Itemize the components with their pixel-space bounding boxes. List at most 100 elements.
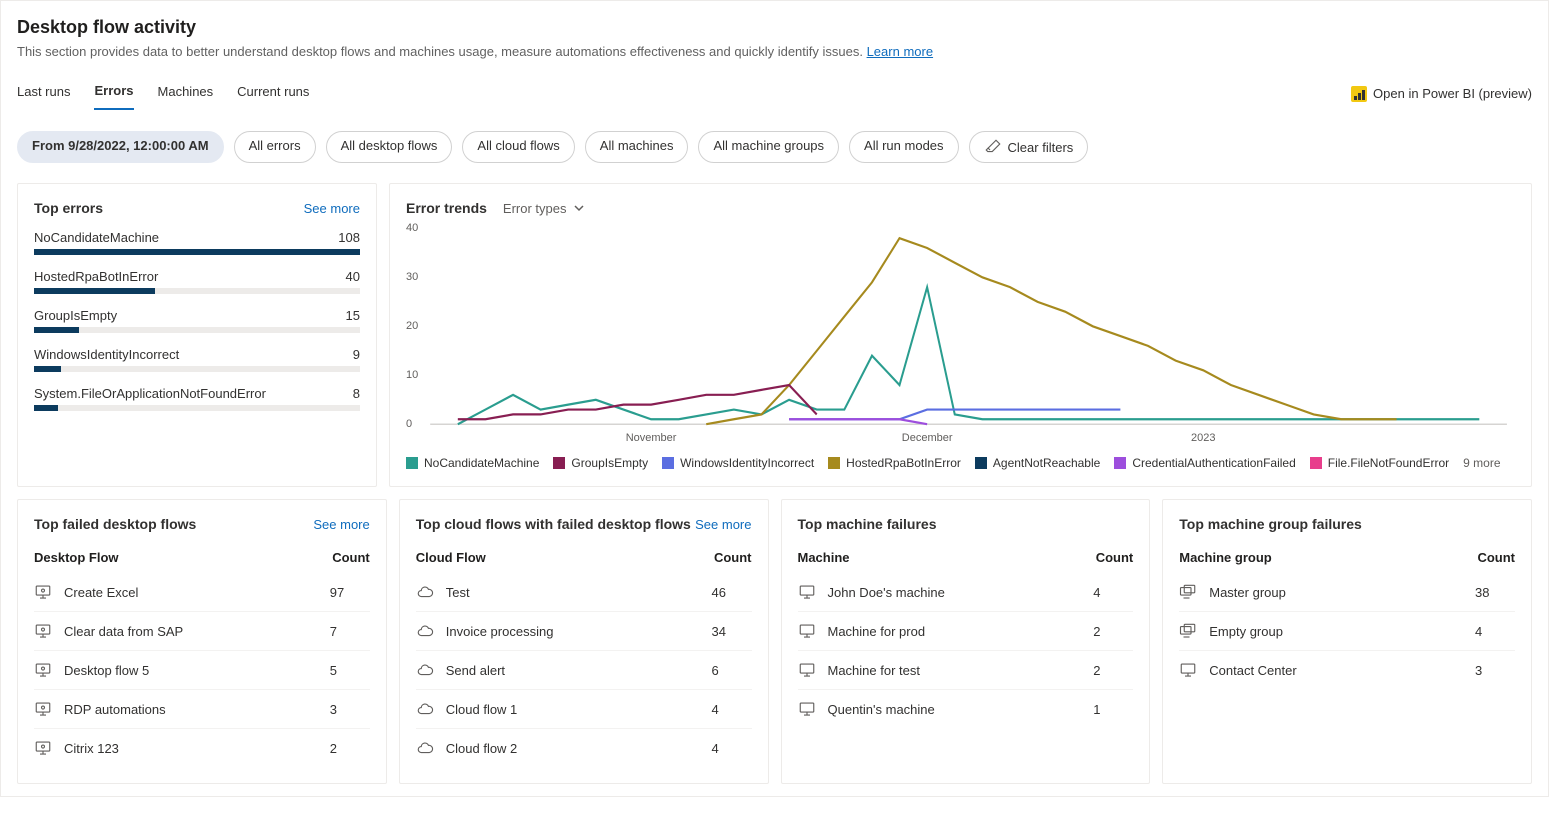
row-count: 3 xyxy=(330,702,370,717)
error-label: WindowsIdentityIncorrect xyxy=(34,347,179,362)
table-header: MachineCount xyxy=(798,542,1134,573)
chart-legend: NoCandidateMachine GroupIsEmpty WindowsIde… xyxy=(406,456,1515,470)
row-label: Send alert xyxy=(446,663,700,678)
power-bi-icon xyxy=(1351,86,1367,102)
row-count: 4 xyxy=(712,702,752,717)
tab-machines[interactable]: Machines xyxy=(158,78,214,109)
table-row[interactable]: RDP automations 3 xyxy=(34,690,370,729)
eraser-icon xyxy=(984,138,1002,156)
table-row[interactable]: Cloud flow 1 4 xyxy=(416,690,752,729)
see-more-link[interactable]: See more xyxy=(313,517,369,532)
error-count: 15 xyxy=(346,308,360,323)
table-title: Top cloud flows with failed desktop flow… xyxy=(416,516,691,532)
y-tick: 0 xyxy=(406,418,412,430)
chevron-down-icon xyxy=(573,202,585,214)
row-label: Test xyxy=(446,585,700,600)
x-tick: 2023 xyxy=(1191,432,1215,444)
error-count: 8 xyxy=(353,386,360,401)
legend-item[interactable]: CredentialAuthenticationFailed xyxy=(1114,456,1295,470)
row-count: 4 xyxy=(1093,585,1133,600)
error-count: 108 xyxy=(338,230,360,245)
row-count: 2 xyxy=(1093,624,1133,639)
table-row[interactable]: Contact Center 3 xyxy=(1179,651,1515,689)
top-errors-see-more[interactable]: See more xyxy=(304,201,360,216)
legend-item[interactable]: GroupIsEmpty xyxy=(553,456,648,470)
legend-item[interactable]: File.FileNotFoundError xyxy=(1310,456,1449,470)
clear-filters-button[interactable]: Clear filters xyxy=(969,131,1089,163)
table-card: Top machine failures MachineCount John D… xyxy=(781,499,1151,784)
table-header: Desktop FlowCount xyxy=(34,542,370,573)
row-count: 7 xyxy=(330,624,370,639)
top-error-item[interactable]: NoCandidateMachine 108 xyxy=(34,230,360,255)
table-row[interactable]: Machine for test 2 xyxy=(798,651,1134,690)
learn-more-link[interactable]: Learn more xyxy=(867,44,933,59)
top-errors-title: Top errors xyxy=(34,200,103,216)
row-label: Citrix 123 xyxy=(64,741,318,756)
filter-pill[interactable]: All cloud flows xyxy=(462,131,574,163)
error-count: 40 xyxy=(346,269,360,284)
legend-swatch xyxy=(662,457,674,469)
top-error-item[interactable]: HostedRpaBotInError 40 xyxy=(34,269,360,294)
error-trends-chart: 010203040NovemberDecember2023 xyxy=(406,224,1515,444)
row-label: Machine for test xyxy=(828,663,1082,678)
error-trends-card: Error trends Error types 010203040Novemb… xyxy=(389,183,1532,487)
dropdown-label: Error types xyxy=(503,201,567,216)
legend-more[interactable]: 9 more xyxy=(1463,456,1500,470)
error-label: HostedRpaBotInError xyxy=(34,269,158,284)
cloud-flow-icon xyxy=(416,583,434,601)
top-error-item[interactable]: WindowsIdentityIncorrect9 xyxy=(34,347,360,372)
legend-item[interactable]: WindowsIdentityIncorrect xyxy=(662,456,814,470)
filter-pill[interactable]: All machine groups xyxy=(698,131,839,163)
table-row[interactable]: Quentin's machine 1 xyxy=(798,690,1134,728)
tab-current-runs[interactable]: Current runs xyxy=(237,78,309,109)
filter-pill[interactable]: All machines xyxy=(585,131,689,163)
top-error-item[interactable]: GroupIsEmpty 15 xyxy=(34,308,360,333)
row-label: Cloud flow 1 xyxy=(446,702,700,717)
filter-pill[interactable]: All desktop flows xyxy=(326,131,453,163)
table-row[interactable]: Clear data from SAP 7 xyxy=(34,612,370,651)
machine-group-icon xyxy=(1179,622,1197,640)
row-label: Master group xyxy=(1209,585,1463,600)
error-label: NoCandidateMachine xyxy=(34,230,159,245)
tab-last-runs[interactable]: Last runs xyxy=(17,78,70,109)
table-row[interactable]: Desktop flow 5 5 xyxy=(34,651,370,690)
table-header: Machine groupCount xyxy=(1179,542,1515,573)
top-errors-card: Top errors See more NoCandidateMachine 10… xyxy=(17,183,377,487)
filter-pill[interactable]: All run modes xyxy=(849,131,958,163)
top-error-item[interactable]: System.FileOrApplicationNotFoundError 8 xyxy=(34,386,360,411)
cloud-flow-icon xyxy=(416,661,434,679)
error-types-dropdown[interactable]: Error types xyxy=(503,201,585,216)
legend-item[interactable]: HostedRpaBotInError xyxy=(828,456,961,470)
legend-item[interactable]: NoCandidateMachine xyxy=(406,456,539,470)
row-count: 2 xyxy=(330,741,370,756)
legend-label: AgentNotReachable xyxy=(993,456,1100,470)
table-row[interactable]: John Doe's machine 4 xyxy=(798,573,1134,612)
table-row[interactable]: Send alert 6 xyxy=(416,651,752,690)
row-label: Contact Center xyxy=(1209,663,1463,678)
table-row[interactable]: Create Excel 97 xyxy=(34,573,370,612)
see-more-link[interactable]: See more xyxy=(695,517,751,532)
legend-swatch xyxy=(553,457,565,469)
table-row[interactable]: Test 46 xyxy=(416,573,752,612)
legend-label: WindowsIdentityIncorrect xyxy=(680,456,814,470)
open-power-bi-button[interactable]: Open in Power BI (preview) xyxy=(1351,86,1532,102)
row-label: Invoice processing xyxy=(446,624,700,639)
legend-item[interactable]: AgentNotReachable xyxy=(975,456,1100,470)
table-row[interactable]: Empty group 4 xyxy=(1179,612,1515,651)
filters-row: From 9/28/2022, 12:00:00 AM All errors Al… xyxy=(17,131,1532,163)
table-row[interactable]: Citrix 123 2 xyxy=(34,729,370,767)
row-count: 1 xyxy=(1093,702,1133,717)
filter-pill[interactable]: All errors xyxy=(234,131,316,163)
table-row[interactable]: Master group 38 xyxy=(1179,573,1515,612)
tab-errors[interactable]: Errors xyxy=(94,77,133,110)
error-label: System.FileOrApplicationNotFoundError xyxy=(34,386,266,401)
error-label: GroupIsEmpty xyxy=(34,308,117,323)
tabs: Last runs Errors Machines Current runs Open… xyxy=(17,69,1532,111)
table-row[interactable]: Machine for prod 2 xyxy=(798,612,1134,651)
filter-date-pill[interactable]: From 9/28/2022, 12:00:00 AM xyxy=(17,131,224,163)
table-row[interactable]: Invoice processing 34 xyxy=(416,612,752,651)
table-row[interactable]: Cloud flow 2 4 xyxy=(416,729,752,767)
table-card: Top machine group failures Machine group… xyxy=(1162,499,1532,784)
desktop-flow-icon xyxy=(34,700,52,718)
y-tick: 20 xyxy=(406,320,418,332)
